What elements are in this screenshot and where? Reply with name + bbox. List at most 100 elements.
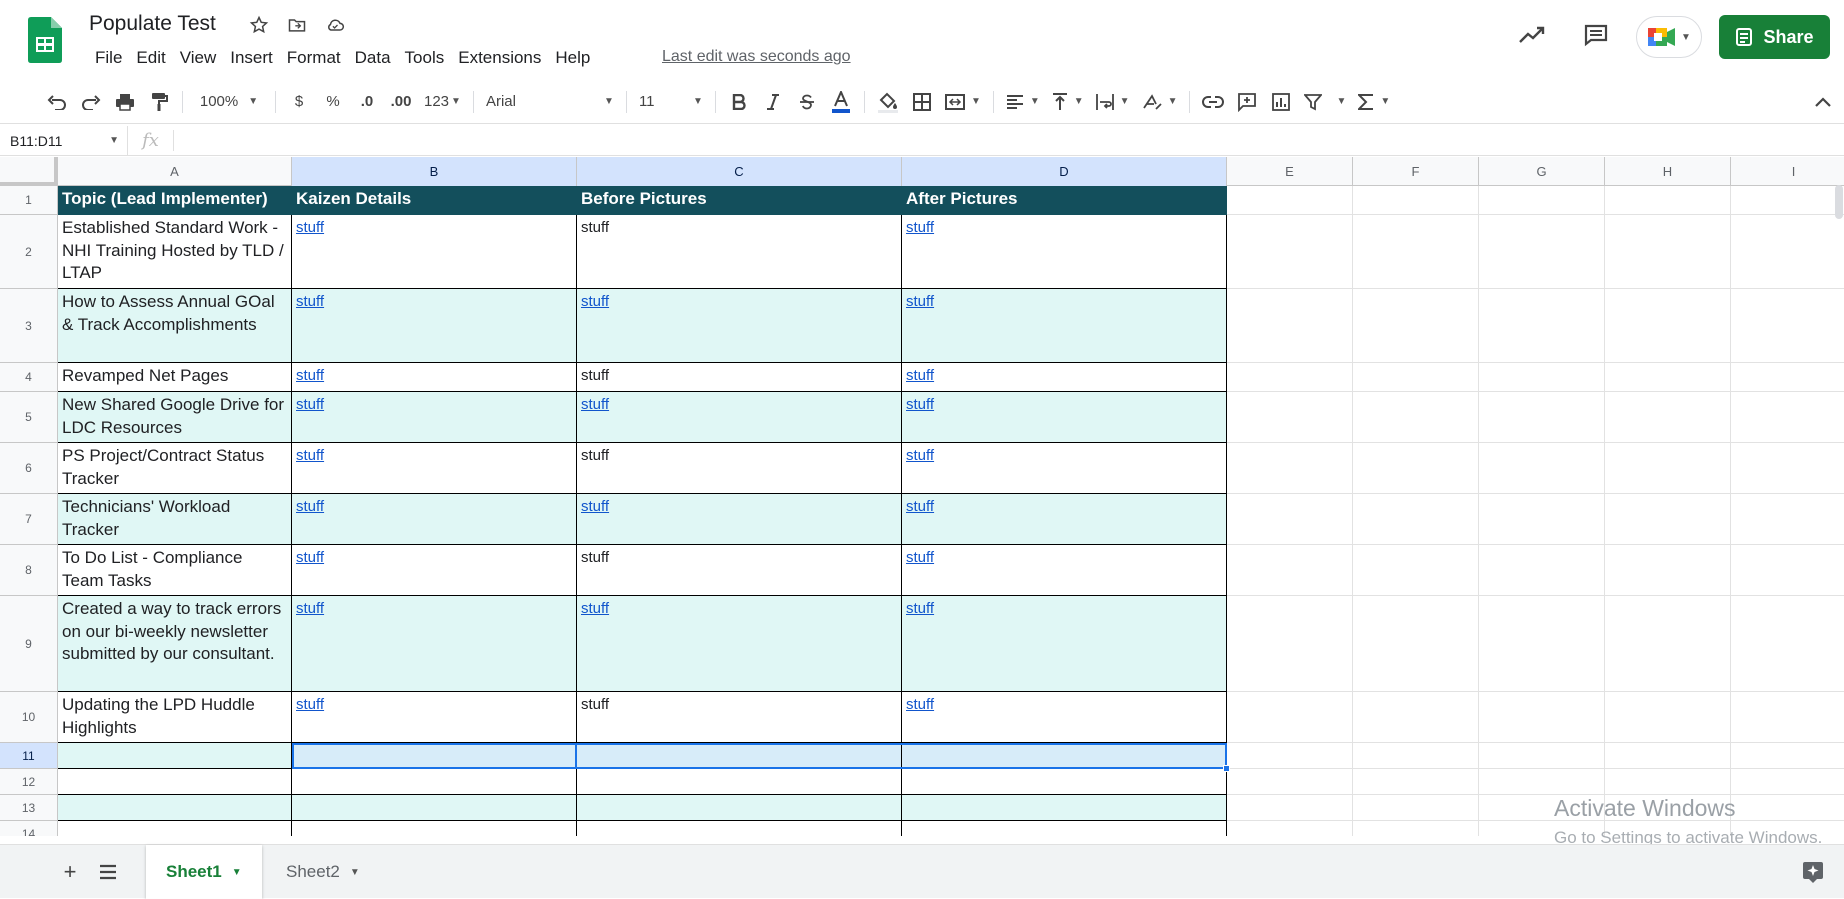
column-header-a[interactable]: A [58, 157, 292, 186]
zoom-select[interactable]: 100% ▼ [189, 86, 269, 118]
cell[interactable] [1479, 545, 1605, 596]
cell-link[interactable]: stuff [906, 498, 934, 515]
cell-link[interactable]: stuff [296, 293, 324, 310]
cell[interactable] [1353, 443, 1479, 494]
cell[interactable]: stuff [577, 545, 902, 596]
cell[interactable] [1227, 821, 1353, 836]
topic-cell[interactable]: To Do List - Compliance Team Tasks [58, 545, 292, 596]
cell[interactable] [1731, 443, 1844, 494]
functions-button[interactable]: ▼ [1352, 86, 1396, 118]
menu-edit[interactable]: Edit [129, 46, 172, 70]
cell[interactable] [1479, 494, 1605, 545]
cell[interactable]: stuff [902, 289, 1227, 363]
sheet-tab-sheet1[interactable]: Sheet1 ▼ [146, 845, 262, 899]
cell[interactable] [1227, 289, 1353, 363]
paint-format-icon[interactable] [142, 86, 176, 118]
cell[interactable] [1227, 769, 1353, 795]
cell-link[interactable]: stuff [581, 600, 609, 617]
cell[interactable] [1227, 363, 1353, 392]
chevron-down-icon[interactable]: ▼ [232, 867, 242, 878]
print-icon[interactable] [108, 86, 142, 118]
cell[interactable] [1731, 215, 1844, 289]
cell[interactable]: stuff [902, 363, 1227, 392]
cell[interactable] [577, 743, 902, 769]
cell[interactable] [1605, 289, 1731, 363]
fill-color-icon[interactable] [871, 86, 905, 118]
last-edit-link[interactable]: Last edit was seconds ago [662, 48, 851, 66]
cell[interactable] [1731, 392, 1844, 443]
currency-format-button[interactable]: $ [282, 86, 316, 118]
cell[interactable]: stuff [292, 443, 577, 494]
text-rotation-button[interactable]: ▼ [1136, 86, 1184, 118]
cell[interactable]: stuff [902, 596, 1227, 692]
cell[interactable] [902, 769, 1227, 795]
cell-link[interactable]: stuff [906, 696, 934, 713]
cell[interactable] [1479, 392, 1605, 443]
cell[interactable] [1353, 596, 1479, 692]
cell-link[interactable]: stuff [906, 447, 934, 464]
cell[interactable] [1227, 743, 1353, 769]
cell[interactable]: stuff [292, 545, 577, 596]
star-icon[interactable] [246, 12, 272, 38]
cell[interactable] [1731, 289, 1844, 363]
cell[interactable] [1605, 443, 1731, 494]
borders-icon[interactable] [905, 86, 939, 118]
topic-cell[interactable]: Technicians' Workload Tracker [58, 494, 292, 545]
topic-cell[interactable]: New Shared Google Drive for LDC Resource… [58, 392, 292, 443]
add-sheet-icon[interactable]: + [57, 859, 83, 885]
cell[interactable] [1227, 443, 1353, 494]
cell[interactable] [1227, 186, 1353, 215]
cell-link[interactable]: stuff [296, 219, 324, 236]
text-color-button[interactable] [824, 86, 858, 118]
vertical-align-button[interactable]: ▼ [1046, 86, 1090, 118]
cell[interactable] [1479, 596, 1605, 692]
column-header-h[interactable]: H [1605, 157, 1731, 186]
cell[interactable] [1479, 215, 1605, 289]
cell[interactable]: stuff [292, 289, 577, 363]
cell[interactable] [577, 769, 902, 795]
cell[interactable] [1227, 795, 1353, 821]
chevron-down-icon[interactable]: ▼ [350, 867, 360, 878]
cell[interactable] [1731, 743, 1844, 769]
row-header-7[interactable]: 7 [0, 494, 58, 545]
cell[interactable] [58, 795, 292, 821]
cell[interactable] [1731, 494, 1844, 545]
menu-file[interactable]: File [88, 46, 129, 70]
name-box[interactable]: B11:D11 ▼ [0, 125, 128, 156]
cell[interactable] [1227, 392, 1353, 443]
cell[interactable] [58, 821, 292, 836]
cell[interactable]: stuff [292, 494, 577, 545]
meet-button[interactable]: ▼ [1636, 16, 1702, 58]
share-button[interactable]: Share [1719, 15, 1830, 59]
cell-link[interactable]: stuff [296, 549, 324, 566]
vertical-scrollbar[interactable] [1835, 185, 1843, 219]
cell[interactable] [1605, 596, 1731, 692]
cell[interactable]: stuff [902, 215, 1227, 289]
cell[interactable] [292, 743, 577, 769]
cell[interactable] [1731, 692, 1844, 743]
table-header-cell[interactable]: After Pictures [902, 186, 1227, 215]
cell[interactable] [1731, 545, 1844, 596]
cell-link[interactable]: stuff [296, 498, 324, 515]
cell[interactable] [577, 821, 902, 836]
column-header-i[interactable]: I [1731, 157, 1844, 186]
cell[interactable] [1479, 186, 1605, 215]
cell[interactable]: stuff [577, 494, 902, 545]
cell[interactable]: stuff [577, 443, 902, 494]
cell[interactable] [1353, 769, 1479, 795]
cell[interactable] [1479, 289, 1605, 363]
cell[interactable] [1353, 821, 1479, 836]
cell[interactable]: stuff [292, 215, 577, 289]
cell[interactable]: stuff [577, 596, 902, 692]
menu-format[interactable]: Format [280, 46, 348, 70]
horizontal-align-button[interactable]: ▼ [1000, 86, 1046, 118]
row-header-8[interactable]: 8 [0, 545, 58, 596]
redo-icon[interactable] [74, 86, 108, 118]
cell[interactable] [1353, 545, 1479, 596]
insert-link-icon[interactable] [1196, 86, 1230, 118]
collapse-toolbar-icon[interactable] [1806, 86, 1840, 118]
sheet-tab-sheet2[interactable]: Sheet2 ▼ [266, 845, 380, 899]
more-formats-select[interactable]: 123 ▼ [418, 86, 467, 118]
cell[interactable] [1479, 743, 1605, 769]
cell[interactable] [1479, 443, 1605, 494]
